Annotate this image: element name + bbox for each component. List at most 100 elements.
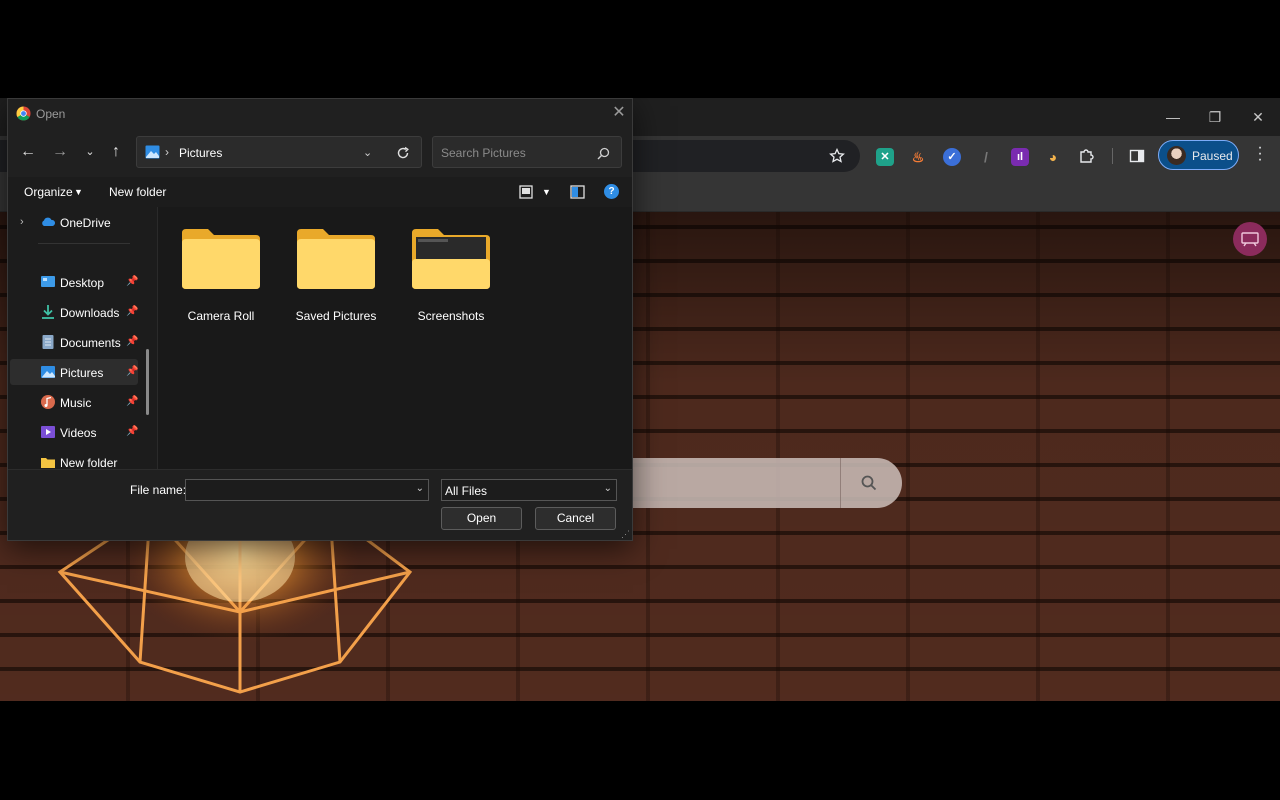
pin-icon: 📌 xyxy=(126,396,139,407)
chevron-down-icon[interactable]: ⌄ xyxy=(416,483,424,494)
palette-icon[interactable]: ◕ xyxy=(1044,148,1062,166)
refresh-icon[interactable] xyxy=(396,146,410,160)
breadcrumb-pictures[interactable]: Pictures xyxy=(179,146,222,160)
nav-item-downloads[interactable]: Downloads 📌 xyxy=(10,299,138,325)
file-list: Camera Roll Saved Pictures Screenshots xyxy=(158,207,632,469)
nav-item-label: Videos xyxy=(60,426,97,440)
pin-icon: 📌 xyxy=(126,366,139,377)
desktop-icon xyxy=(41,276,55,287)
minimize-button[interactable]: — xyxy=(1162,106,1184,128)
search-icon[interactable] xyxy=(860,474,878,492)
nav-separator xyxy=(38,243,130,244)
video-icon xyxy=(41,426,55,438)
up-arrow-icon[interactable]: ↑ xyxy=(106,142,126,162)
dialog-title: Open xyxy=(36,107,66,121)
forward-arrow-icon[interactable]: → xyxy=(50,142,70,162)
nav-item-music[interactable]: Music 📌 xyxy=(10,389,138,415)
restore-button[interactable]: ❐ xyxy=(1204,106,1226,128)
pen-icon[interactable]: / xyxy=(977,148,995,166)
address-dropdown-chevron-icon[interactable]: ⌄ xyxy=(363,146,372,159)
organize-button[interactable]: Organize xyxy=(24,185,73,199)
nav-item-label: OneDrive xyxy=(60,216,111,230)
cancel-button[interactable]: Cancel xyxy=(535,507,616,530)
translate-icon[interactable]: ✕ xyxy=(876,148,894,166)
search-placeholder: Search Pictures xyxy=(441,146,526,160)
menu-kebab-icon[interactable]: · · · xyxy=(1252,140,1268,168)
file-name-label: File name: xyxy=(130,483,187,497)
nav-pane-scrollbar[interactable] xyxy=(146,349,149,415)
file-type-value: All Files xyxy=(445,484,488,498)
nav-item-videos[interactable]: Videos 📌 xyxy=(10,419,138,445)
fire-icon[interactable]: ♨ xyxy=(909,148,927,166)
chrome-logo-icon xyxy=(16,106,31,121)
folder-icon xyxy=(41,458,55,468)
pin-icon: 📌 xyxy=(126,426,139,437)
file-name: Saved Pictures xyxy=(295,309,377,323)
nav-item-desktop[interactable]: Desktop 📌 xyxy=(10,269,138,295)
music-icon xyxy=(41,395,55,409)
profile-button[interactable]: Paused xyxy=(1158,140,1239,170)
folder-item-camera-roll[interactable]: Camera Roll xyxy=(166,223,276,323)
pin-icon: 📌 xyxy=(126,336,139,347)
search-divider xyxy=(840,458,841,508)
organize-dropdown-icon[interactable]: ▼ xyxy=(74,187,83,197)
nav-item-documents[interactable]: Documents 📌 xyxy=(10,329,138,355)
customize-icon xyxy=(1241,232,1259,247)
back-arrow-icon[interactable]: ← xyxy=(18,142,38,162)
nav-item-label: New folder xyxy=(60,456,118,469)
address-breadcrumb[interactable]: › Pictures ⌄ xyxy=(136,136,422,168)
page-search-box[interactable] xyxy=(600,458,902,508)
pictures-location-icon xyxy=(145,145,160,159)
search-icon[interactable] xyxy=(597,147,610,160)
dialog-footer: File name: ⌄ All Files ⌄ Open Cancel ⋰ xyxy=(8,469,632,540)
file-name-input[interactable]: ⌄ xyxy=(185,479,429,501)
open-button[interactable]: Open xyxy=(441,507,522,530)
side-panel-icon[interactable] xyxy=(1129,148,1145,164)
resize-grip-icon[interactable]: ⋰ xyxy=(621,529,630,540)
recent-locations-chevron-icon[interactable]: ⌄ xyxy=(80,142,100,162)
nav-item-label: Desktop xyxy=(60,276,105,290)
folder-item-saved-pictures[interactable]: Saved Pictures xyxy=(281,223,391,323)
pictures-icon xyxy=(41,366,55,378)
analytics-icon[interactable]: ıl xyxy=(1011,148,1029,166)
nav-item-pictures[interactable]: Pictures 📌 xyxy=(10,359,138,385)
navigation-pane: › OneDrive Desktop 📌 Downloads 📌 Documen… xyxy=(8,207,158,469)
close-window-button[interactable]: ✕ xyxy=(1247,106,1269,128)
nav-item-label: Documents xyxy=(60,336,121,350)
download-icon xyxy=(42,305,54,319)
toolbar-divider xyxy=(1112,148,1113,164)
nav-item-label: Downloads xyxy=(60,306,120,320)
avatar xyxy=(1167,146,1186,165)
file-name: Camera Roll xyxy=(187,309,255,323)
folder-icon xyxy=(297,229,375,289)
chevron-down-icon[interactable]: ⌄ xyxy=(604,483,612,494)
help-icon[interactable]: ? xyxy=(604,184,619,199)
puzzle-icon[interactable] xyxy=(1078,147,1096,165)
star-icon[interactable] xyxy=(829,148,845,164)
open-file-dialog: Open ✕ ← → ⌄ ↑ › Pictures ⌄ Search Pictu… xyxy=(7,98,633,541)
new-folder-button[interactable]: New folder xyxy=(109,185,166,199)
document-icon xyxy=(42,335,54,349)
desktop-screen: — ❐ ✕ ✕ ♨ ✓ / ıl ◕ Paused · · · Open ✕ ←… xyxy=(0,0,1280,800)
customize-chrome-button[interactable] xyxy=(1233,222,1267,256)
file-type-select[interactable]: All Files ⌄ xyxy=(441,479,617,501)
preview-pane-icon[interactable] xyxy=(570,185,585,199)
search-pictures-input[interactable]: Search Pictures xyxy=(432,136,622,168)
command-bar: Organize ▼ New folder ▼ ? xyxy=(8,177,632,207)
profile-status: Paused xyxy=(1192,149,1233,163)
nav-item-label: Pictures xyxy=(60,366,104,380)
pin-icon: 📌 xyxy=(126,306,139,317)
nav-item-onedrive[interactable]: OneDrive xyxy=(10,209,138,235)
file-name: Screenshots xyxy=(417,309,485,323)
folder-item-screenshots[interactable]: Screenshots xyxy=(396,223,506,323)
nav-item-new-folder[interactable]: New folder xyxy=(10,449,138,469)
close-icon[interactable]: ✕ xyxy=(610,104,628,122)
check-circle-icon[interactable]: ✓ xyxy=(943,148,961,166)
folder-icon xyxy=(412,229,490,289)
onedrive-icon xyxy=(42,217,56,226)
view-dropdown-icon[interactable]: ▼ xyxy=(542,187,551,197)
view-options-icon[interactable] xyxy=(519,185,533,199)
folder-icon xyxy=(182,229,260,289)
pin-icon: 📌 xyxy=(126,276,139,287)
nav-item-label: Music xyxy=(60,396,92,410)
